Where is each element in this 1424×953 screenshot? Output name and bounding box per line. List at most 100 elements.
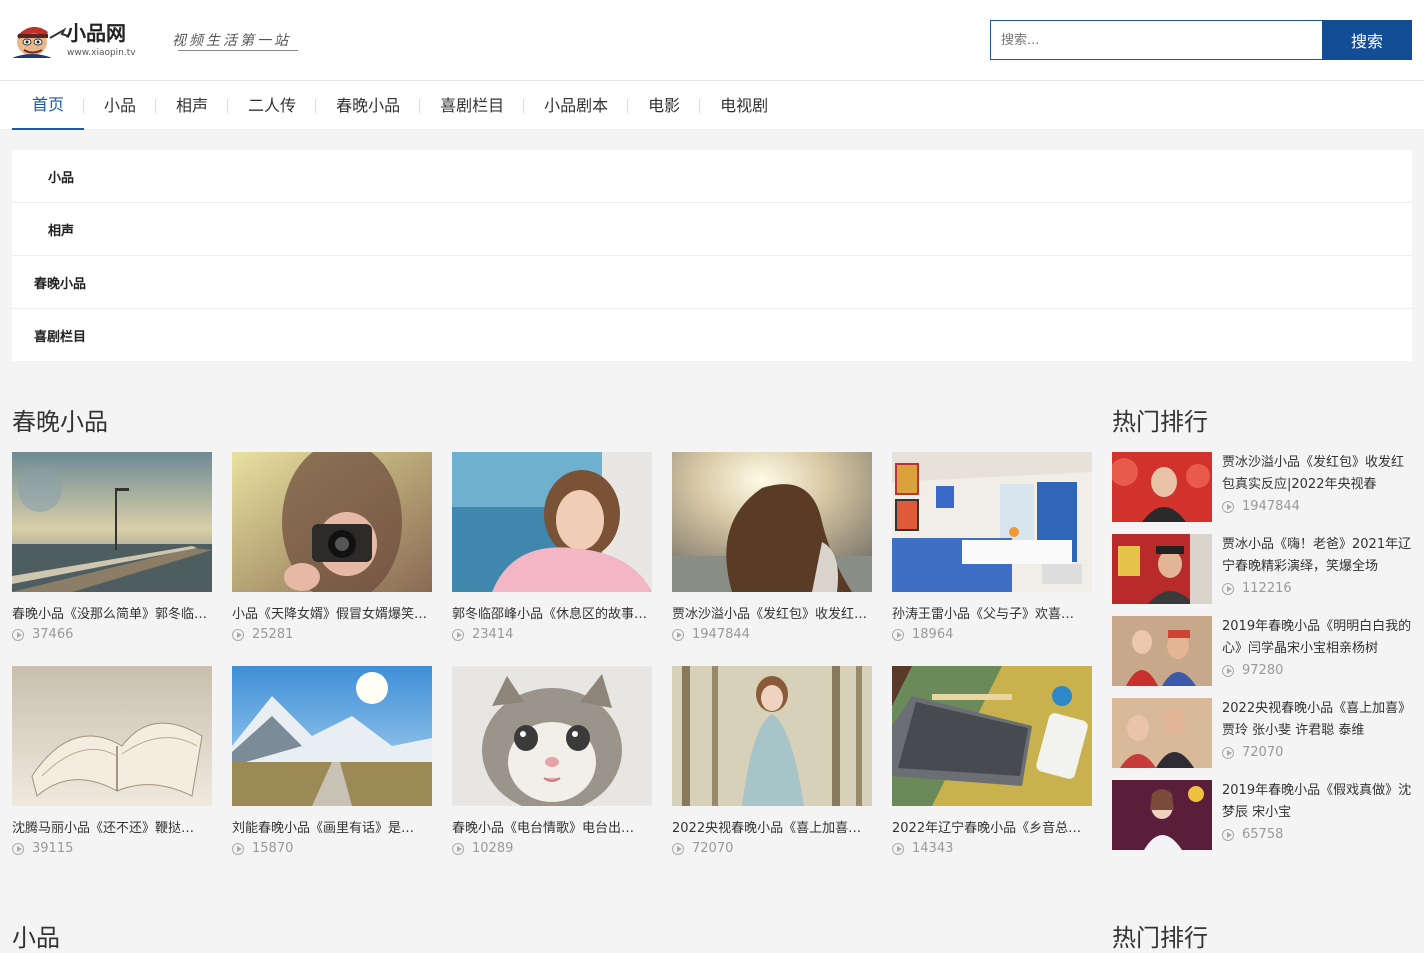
category-item[interactable]: 相声 [12, 203, 1412, 256]
nav-link[interactable]: 春晚小品 [316, 81, 420, 130]
nav-item-errenzhuan[interactable]: 二人传 [228, 81, 317, 130]
nav-link[interactable]: 小品剧本 [524, 81, 628, 130]
rank-item[interactable]: 贾冰小品《嗨！老爸》2021年辽宁春晚精彩演绎，笑爆全场 112216 [1112, 534, 1412, 606]
svg-text:www.xiaopin.tv: www.xiaopin.tv [67, 48, 136, 58]
view-count: 112216 [1222, 581, 1292, 596]
nav-item-script[interactable]: 小品剧本 [524, 81, 629, 130]
search-bar: 搜索 [990, 20, 1412, 60]
play-icon [452, 628, 464, 641]
video-thumbnail[interactable] [672, 666, 872, 806]
nav-item-comedy[interactable]: 喜剧栏目 [420, 81, 525, 130]
slogan-underline [178, 50, 298, 51]
site-logo[interactable]: 小品网 www.xiaopin.tv [12, 18, 152, 60]
video-title[interactable]: 小品《天降女婿》假冒女婿爆笑… [232, 603, 432, 622]
play-icon [1222, 664, 1234, 677]
nav-list: 首页 小品 相声 二人传 春晚小品 喜剧栏目 小品剧本 电影 电视剧 [12, 81, 788, 130]
play-icon [12, 628, 24, 641]
play-icon [1222, 746, 1234, 759]
nav-link[interactable]: 电影 [628, 81, 700, 130]
view-count: 72070 [672, 841, 872, 856]
play-icon [892, 842, 904, 855]
rank-item[interactable]: 2022央视春晚小品《喜上加喜》贾玲 张小斐 许君聪 泰维 72070 [1112, 698, 1412, 770]
video-card[interactable]: 春晚小品《没那么简单》郭冬临… 37466 [12, 452, 212, 652]
rank-video-title[interactable]: 2022央视春晚小品《喜上加喜》贾玲 张小斐 许君聪 泰维 [1222, 698, 1414, 742]
video-title[interactable]: 刘能春晚小品《画里有话》是… [232, 817, 432, 836]
rank-video-title[interactable]: 2019年春晚小品《明明白白我的心》闫学晶宋小宝相亲杨树 [1222, 616, 1414, 660]
video-title[interactable]: 郭冬临邵峰小品《休息区的故事… [452, 603, 652, 622]
view-count: 25281 [232, 627, 432, 642]
video-card[interactable]: 郭冬临邵峰小品《休息区的故事… 23414 [452, 452, 652, 652]
nav-link[interactable]: 电视剧 [700, 81, 788, 130]
view-count: 39115 [12, 841, 212, 856]
video-card[interactable]: 贾冰沙溢小品《发红包》收发红… 1947844 [672, 452, 872, 652]
video-thumbnail[interactable] [672, 452, 872, 592]
nav-item-home[interactable]: 首页 [12, 81, 85, 130]
video-thumbnail[interactable] [12, 666, 212, 806]
section-title: 春晚小品 [12, 408, 108, 436]
nav-link[interactable]: 喜剧栏目 [420, 81, 524, 130]
video-card[interactable]: 沈腾马丽小品《还不还》鞭挞… 39115 [12, 666, 212, 866]
play-icon [232, 628, 244, 641]
rank-thumbnail[interactable] [1112, 534, 1212, 604]
video-card[interactable]: 2022年辽宁春晚小品《乡音总… 14343 [892, 666, 1092, 866]
video-card[interactable]: 刘能春晚小品《画里有话》是… 15870 [232, 666, 432, 866]
rank-video-title[interactable]: 2019年春晚小品《假戏真做》沈梦辰 宋小宝 [1222, 780, 1414, 824]
search-button[interactable]: 搜索 [1322, 20, 1412, 60]
video-title[interactable]: 沈腾马丽小品《还不还》鞭挞… [12, 817, 212, 836]
video-title[interactable]: 孙涛王雷小品《父与子》欢喜… [892, 603, 1092, 622]
nav-link[interactable]: 首页 [12, 81, 84, 128]
rank-thumbnail[interactable] [1112, 698, 1212, 768]
video-card[interactable]: 春晚小品《电台情歌》电台出… 10289 [452, 666, 652, 866]
video-thumbnail[interactable] [12, 452, 212, 592]
rank-video-title[interactable]: 贾冰沙溢小品《发红包》收发红包真实反应|2022年央视春 [1222, 452, 1414, 496]
video-card[interactable]: 孙涛王雷小品《父与子》欢喜… 18964 [892, 452, 1092, 652]
video-thumbnail[interactable] [232, 666, 432, 806]
video-title[interactable]: 春晚小品《电台情歌》电台出… [452, 817, 652, 836]
video-thumbnail[interactable] [892, 666, 1092, 806]
rank-thumbnail[interactable] [1112, 616, 1212, 686]
video-thumbnail[interactable] [892, 452, 1092, 592]
play-icon [672, 842, 684, 855]
video-card[interactable]: 小品《天降女婿》假冒女婿爆笑… 25281 [232, 452, 432, 652]
logo-graphic: 小品网 www.xiaopin.tv [12, 21, 136, 58]
play-icon [232, 842, 244, 855]
video-thumbnail[interactable] [232, 452, 432, 592]
category-item[interactable]: 小品 [12, 150, 1412, 203]
nav-item-movie[interactable]: 电影 [628, 81, 701, 130]
rank-video-title[interactable]: 贾冰小品《嗨！老爸》2021年辽宁春晚精彩演绎，笑爆全场 [1222, 534, 1414, 578]
category-menu: 小品 相声 春晚小品 喜剧栏目 [12, 150, 1412, 361]
video-title[interactable]: 春晚小品《没那么简单》郭冬临… [12, 603, 212, 622]
rank-item[interactable]: 2019年春晚小品《明明白白我的心》闫学晶宋小宝相亲杨树 97280 [1112, 616, 1412, 688]
video-title[interactable]: 2022年辽宁春晚小品《乡音总… [892, 817, 1092, 836]
play-icon [12, 842, 24, 855]
nav-item-tv[interactable]: 电视剧 [700, 81, 788, 130]
main-nav: 首页 小品 相声 二人传 春晚小品 喜剧栏目 小品剧本 电影 电视剧 [0, 81, 1424, 130]
rank-item[interactable]: 2019年春晚小品《假戏真做》沈梦辰 宋小宝 65758 [1112, 780, 1412, 852]
video-thumbnail[interactable] [452, 666, 652, 806]
nav-link[interactable]: 小品 [84, 81, 156, 130]
view-count: 72070 [1222, 745, 1283, 760]
rank-item[interactable]: 贾冰沙溢小品《发红包》收发红包真实反应|2022年央视春 1947844 [1112, 452, 1412, 524]
video-title[interactable]: 2022央视春晚小品《喜上加喜… [672, 817, 872, 836]
view-count: 14343 [892, 841, 1092, 856]
view-count: 65758 [1222, 827, 1283, 842]
rank-thumbnail[interactable] [1112, 452, 1212, 522]
site-header: 小品网 www.xiaopin.tv 视频生活第一站 搜索 [0, 0, 1424, 81]
nav-link[interactable]: 二人传 [228, 81, 316, 130]
category-item[interactable]: 喜剧栏目 [12, 309, 1412, 361]
play-icon [1222, 828, 1234, 841]
nav-link[interactable]: 相声 [156, 81, 228, 130]
search-input[interactable] [990, 20, 1322, 60]
rank-thumbnail[interactable] [1112, 780, 1212, 850]
video-thumbnail[interactable] [452, 452, 652, 592]
nav-item-chunwan[interactable]: 春晚小品 [316, 81, 421, 130]
category-item[interactable]: 春晚小品 [12, 256, 1412, 309]
video-card[interactable]: 2022央视春晚小品《喜上加喜… 72070 [672, 666, 872, 866]
nav-item-xiaopin[interactable]: 小品 [84, 81, 157, 130]
nav-item-xiangsheng[interactable]: 相声 [156, 81, 229, 130]
view-count: 1947844 [1222, 499, 1300, 514]
view-count: 23414 [452, 627, 652, 642]
video-title[interactable]: 贾冰沙溢小品《发红包》收发红… [672, 603, 872, 622]
play-icon [1222, 500, 1234, 513]
view-count: 10289 [452, 841, 652, 856]
